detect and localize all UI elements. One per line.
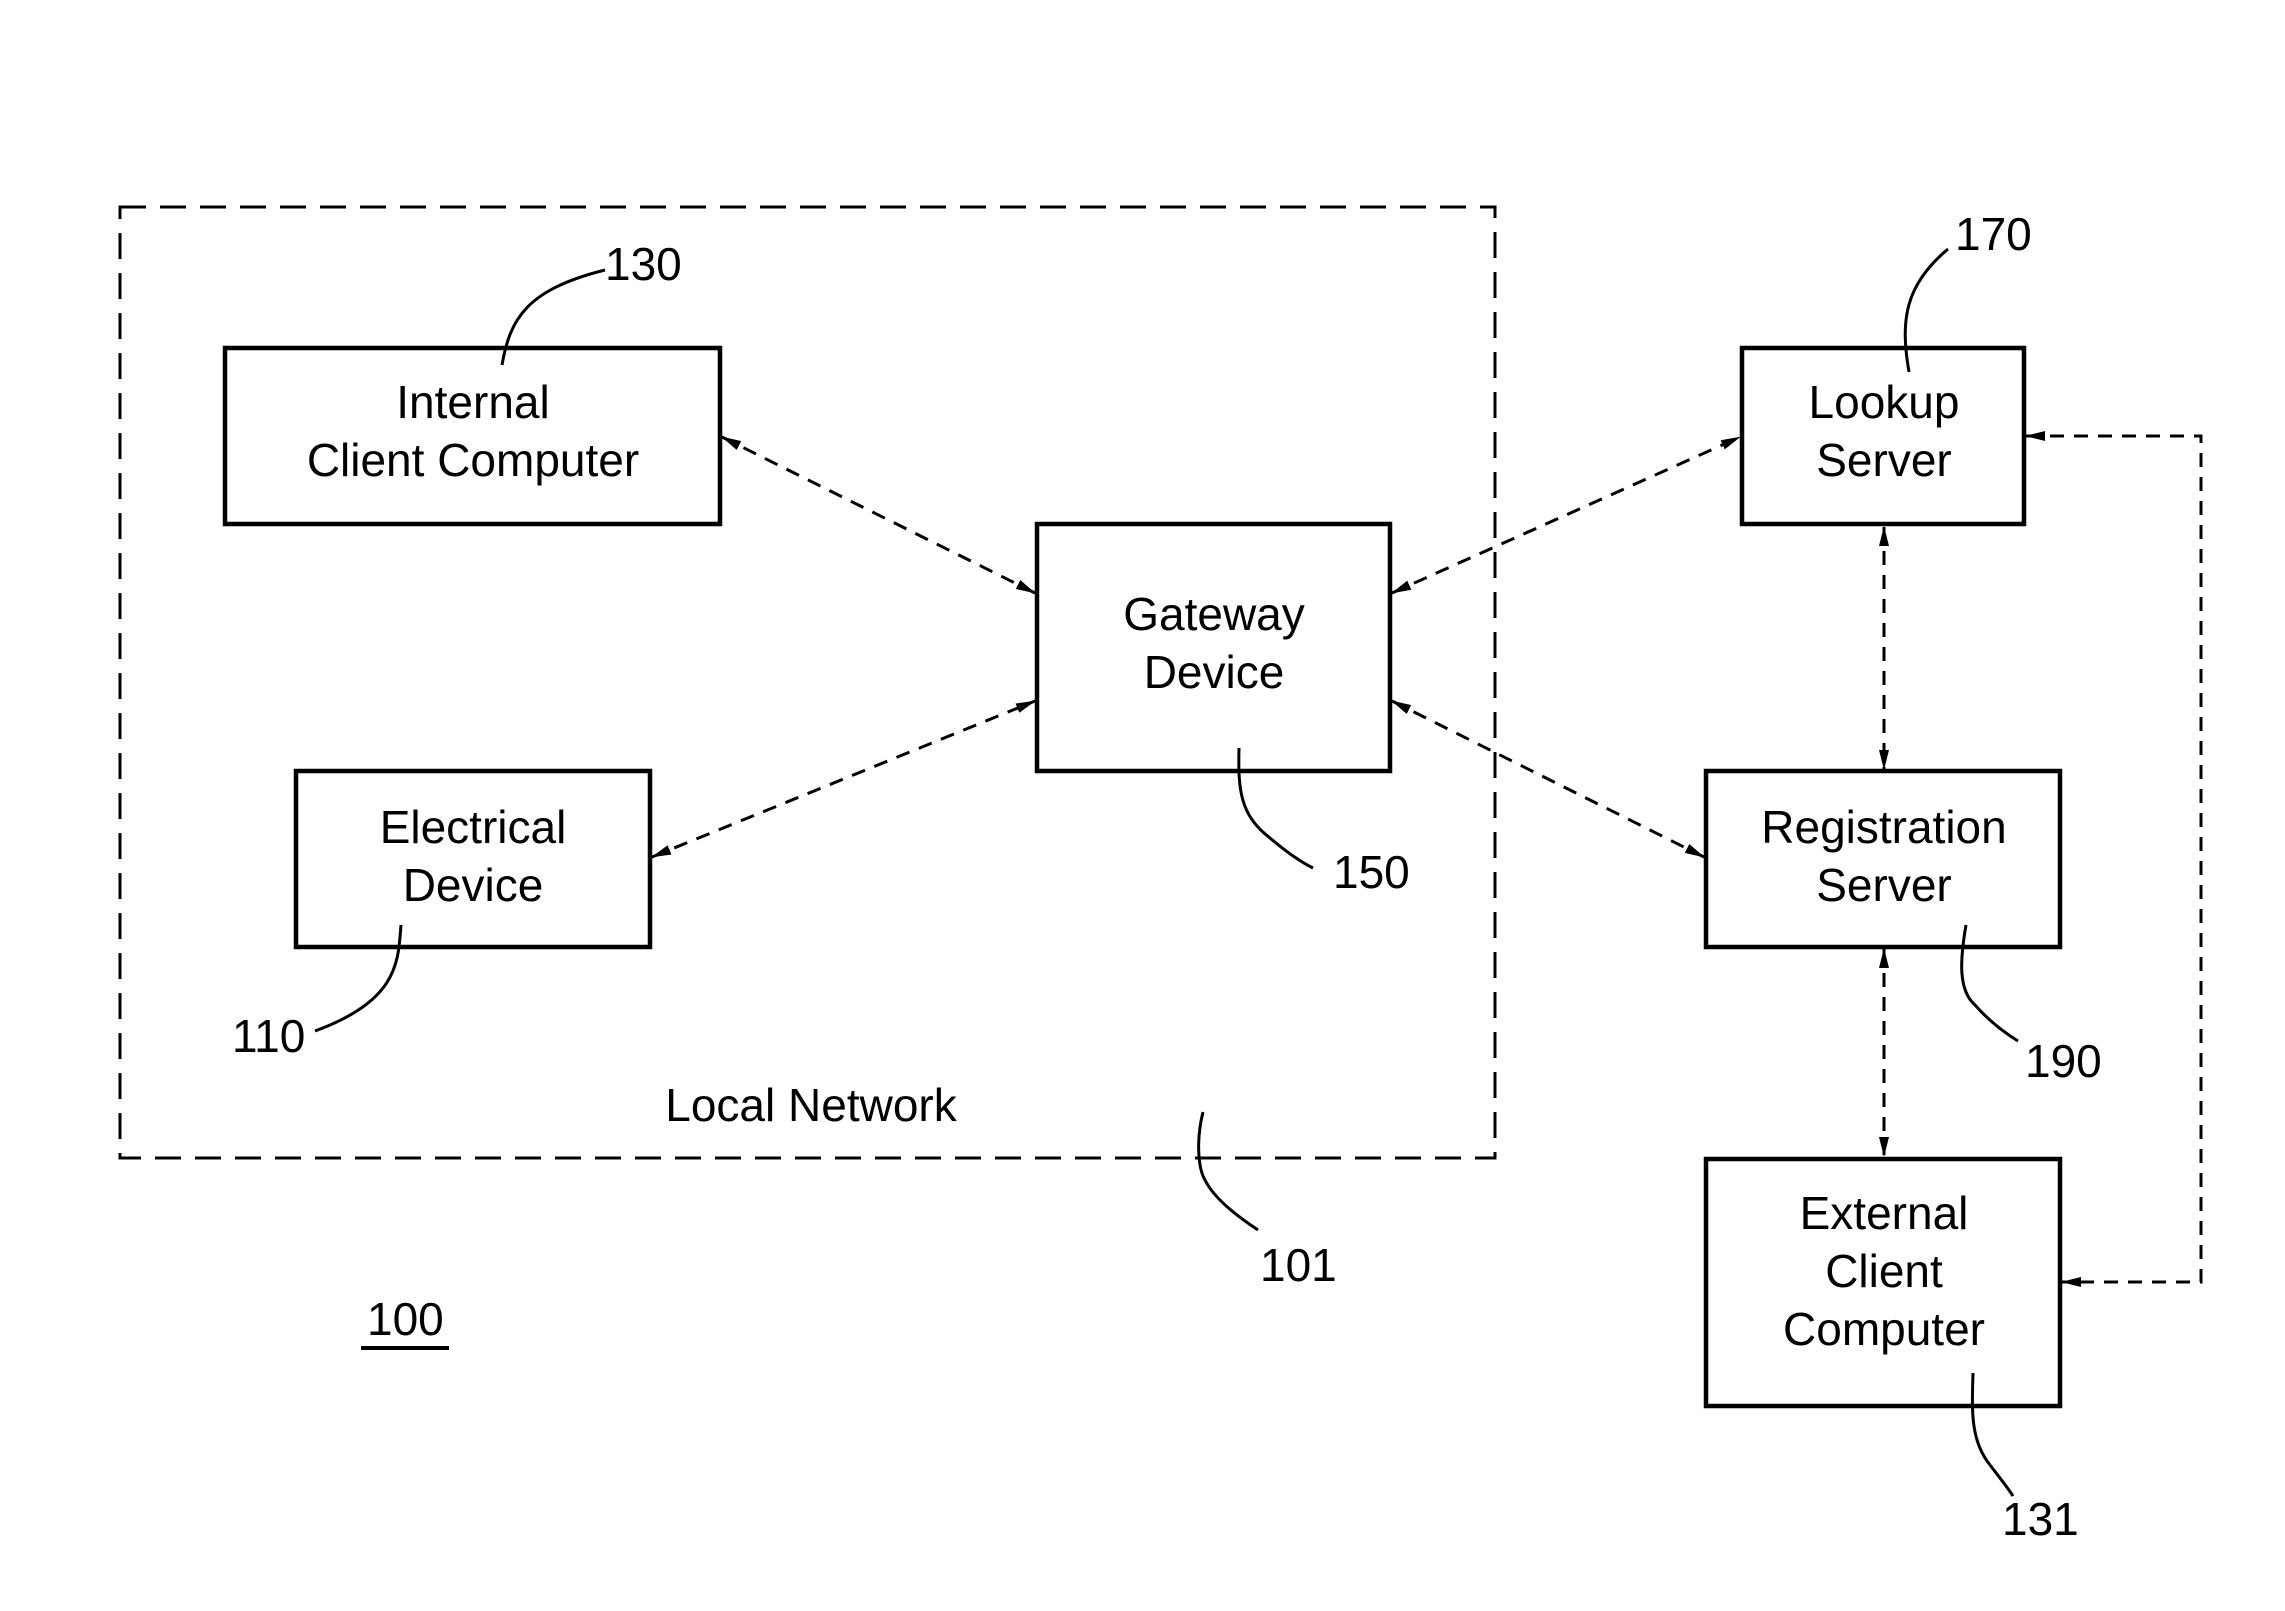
electrical-device-label-line1: Electrical (380, 801, 567, 853)
external-client-label-line3: Computer (1783, 1303, 1985, 1355)
node-external-client-computer: External Client Computer (1703, 1156, 2063, 1409)
registration-server-label-line1: Registration (1761, 801, 2006, 853)
ref-label-170: 170 (1955, 208, 2032, 260)
internal-client-label-line1: Internal (396, 376, 549, 428)
gateway-label-line2: Device (1144, 646, 1285, 698)
ref-label-101: 101 (1260, 1239, 1337, 1291)
connection-gateway-registration (1391, 699, 1705, 859)
external-client-label-line2: Client (1825, 1245, 1943, 1297)
connection-internal-gateway (721, 435, 1036, 595)
lookup-server-label-line1: Lookup (1809, 376, 1960, 428)
gateway-label-line1: Gateway (1123, 588, 1305, 640)
ref-label-110: 110 (232, 1010, 305, 1062)
local-network-label: Local Network (665, 1079, 957, 1131)
node-internal-client-computer: Internal Client Computer (222, 345, 723, 527)
connection-electrical-gateway (651, 699, 1036, 859)
lookup-server-label-line2: Server (1816, 434, 1951, 486)
ref-label-130: 130 (605, 238, 682, 290)
network-diagram: Local Network 101 Internal Client Comput… (118, 205, 2203, 1545)
electrical-device-label-line2: Device (403, 859, 544, 911)
registration-server-label-line2: Server (1816, 859, 1951, 911)
node-registration-server: Registration Server (1703, 768, 2063, 950)
external-client-label-line1: External (1800, 1187, 1969, 1239)
node-electrical-device: Electrical Device (293, 768, 653, 950)
ref-label-190: 190 (2025, 1035, 2102, 1087)
node-lookup-server: Lookup Server (1739, 345, 2027, 527)
leader-line-101 (1197, 1111, 1259, 1232)
ref-label-150: 150 (1333, 846, 1410, 898)
internal-client-label-line2: Client Computer (307, 434, 639, 486)
connection-gateway-lookup (1391, 435, 1741, 595)
ref-label-131: 131 (2002, 1493, 2079, 1545)
figure-number: 100 (367, 1293, 444, 1345)
node-gateway-device: Gateway Device (1034, 521, 1393, 774)
